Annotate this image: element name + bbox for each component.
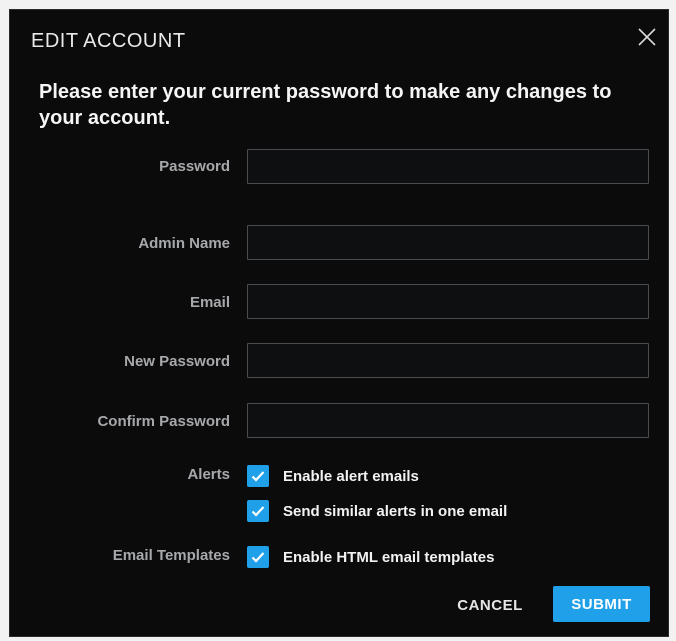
new-password-field[interactable] [247,343,649,378]
submit-button[interactable]: SUBMIT [553,586,650,622]
email-templates-label: Email Templates [112,547,230,564]
send-similar-alerts-checkbox[interactable] [247,500,269,522]
edit-account-dialog: EDIT ACCOUNT Please enter your current p… [9,9,669,637]
enable-alert-emails-checkbox[interactable] [247,465,269,487]
enable-alert-emails-option[interactable]: Enable alert emails [247,464,419,488]
checkmark-icon [251,552,265,563]
dialog-intro-text: Please enter your current password to ma… [39,81,612,129]
enable-html-templates-option[interactable]: Enable HTML email templates [247,545,494,569]
checkmark-icon [251,506,265,517]
email-field[interactable] [247,284,649,319]
password-field[interactable] [247,149,649,184]
enable-alert-emails-label: Enable alert emails [283,467,419,485]
send-similar-alerts-option[interactable]: Send similar alerts in one email [247,499,507,523]
admin-name-label: Admin Name [138,235,230,252]
new-password-label: New Password [124,353,230,370]
admin-name-field[interactable] [247,225,649,260]
confirm-password-field[interactable] [247,403,649,438]
send-similar-alerts-label: Send similar alerts in one email [283,502,508,520]
enable-html-templates-label: Enable HTML email templates [283,548,495,566]
alerts-label: Alerts [187,466,230,483]
dialog-title: EDIT ACCOUNT [31,30,186,52]
enable-html-templates-checkbox[interactable] [247,546,269,568]
cancel-button[interactable]: CANCEL [450,588,530,622]
password-label: Password [159,158,230,175]
email-label: Email [189,294,230,311]
close-icon[interactable] [634,24,660,50]
confirm-password-label: Confirm Password [97,413,230,430]
checkmark-icon [251,471,265,482]
